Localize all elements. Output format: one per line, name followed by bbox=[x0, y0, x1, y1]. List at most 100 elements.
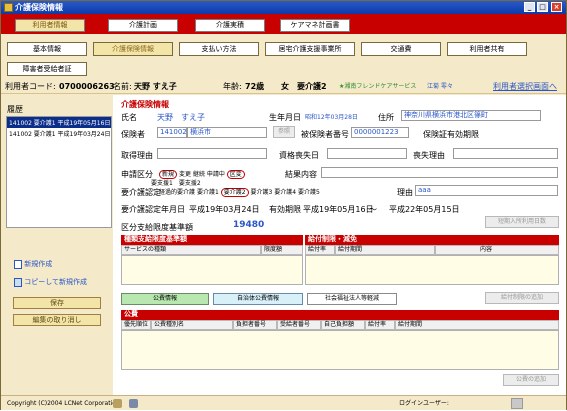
app-option-continue[interactable]: 継続 bbox=[193, 171, 205, 178]
sub-tab-bar: 基本情報 介護保険情報 支払い方法 居宅介護支援事業所 交通費 利用者共有 障害… bbox=[1, 34, 566, 80]
cert-option-1[interactable]: 要介護1 bbox=[197, 189, 219, 196]
public-table-body[interactable] bbox=[121, 330, 559, 370]
staff-name: 江菊 零々 bbox=[427, 83, 453, 90]
name-field-label: 氏名 bbox=[121, 113, 137, 122]
provider-name: ★湘南フレンドケアサービス bbox=[339, 83, 417, 90]
restrict-col-rate: 給付率 bbox=[305, 245, 335, 255]
address-field[interactable]: 神奈川県横浜市港北区篠町 bbox=[401, 110, 541, 121]
reason-field[interactable]: aaa bbox=[415, 185, 558, 196]
restrict-table-body[interactable] bbox=[305, 255, 559, 285]
public-col-rate: 給付率 bbox=[365, 320, 395, 330]
tab-care-plan[interactable]: 介護計画 bbox=[108, 19, 178, 32]
printer-icon bbox=[511, 398, 523, 409]
cert-option-4[interactable]: 要介護4 bbox=[274, 189, 296, 196]
subtab-basic[interactable]: 基本情報 bbox=[7, 42, 87, 56]
local-public-tab[interactable]: 自治体公費情報 bbox=[213, 293, 303, 305]
short-stay-days-button[interactable]: 短期入所利用日数 bbox=[485, 216, 559, 228]
cancel-edit-button[interactable]: 編集の取り消し bbox=[13, 314, 101, 326]
result-field[interactable] bbox=[321, 167, 558, 178]
status-bar: Copyright (C)2004 LCNet Corporation ログイン… bbox=[1, 395, 566, 410]
acquire-date-field[interactable] bbox=[327, 148, 407, 159]
subtab-disability-cert[interactable]: 障害者受給者証 bbox=[7, 62, 87, 76]
limit-col-service: サービスの種類 bbox=[121, 245, 261, 255]
limit-col-amount: 限度額 bbox=[261, 245, 303, 255]
insurer-label: 保険者 bbox=[121, 130, 145, 139]
cert-option-2[interactable]: 要介護2 bbox=[220, 188, 249, 197]
address-label: 住所 bbox=[378, 113, 394, 122]
new-create-link[interactable]: 新規作成 bbox=[14, 259, 52, 269]
cert-options[interactable]: 経過的要介護 要介護1 要介護2 要介護3 要介護4 要介護5 bbox=[159, 187, 320, 197]
history-item[interactable]: 141002 要介護1 平成19年05月16日 bbox=[7, 117, 111, 128]
history-list[interactable]: 141002 要介護1 平成19年05月16日 141002 要介護1 平成19… bbox=[6, 116, 112, 228]
insured-no-label: 被保険者番号 bbox=[301, 130, 349, 139]
history-item[interactable]: 141002 要介護1 平成19年03月24日 bbox=[7, 128, 111, 139]
welfare-reduction-tab[interactable]: 社会福祉法人等軽減 bbox=[307, 293, 397, 305]
reason-label: 理由 bbox=[397, 188, 413, 197]
cert-label: 要介護認定 bbox=[121, 188, 161, 197]
title-bar: 介護保険情報 _ □ × bbox=[1, 1, 566, 14]
user-age: 72歳 bbox=[245, 82, 265, 91]
birthday-value: 昭和12年03月28日 bbox=[305, 114, 358, 121]
cert-option-transitional[interactable]: 経過的要介護 bbox=[159, 189, 195, 196]
insurer-lookup-button[interactable]: 参照 bbox=[273, 126, 295, 138]
cert-date-value: 平成19年03月24日 bbox=[189, 205, 260, 214]
limit-table-title: 種類支給限度基準額 bbox=[121, 235, 303, 245]
user-sex: 女 bbox=[281, 82, 289, 91]
subtab-transport[interactable]: 交通費 bbox=[361, 42, 441, 56]
public-table-title: 公費 bbox=[121, 310, 559, 320]
support-levels[interactable]: 要支援1 要支援2 bbox=[151, 178, 201, 187]
app-window: 介護保険情報 _ □ × 利用者情報 介護計画 介護実積 ケアマネ計画書 基本情… bbox=[0, 0, 567, 410]
new-document-icon bbox=[14, 259, 22, 269]
limit-value: 19480 bbox=[233, 220, 265, 230]
public-col-recipient: 受給者番号 bbox=[277, 320, 321, 330]
copyright: Copyright (C)2004 LCNet Corporation bbox=[7, 400, 120, 407]
subtab-payment[interactable]: 支払い方法 bbox=[179, 42, 259, 56]
save-button[interactable]: 保存 bbox=[13, 297, 101, 309]
app-option-change[interactable]: 変更 bbox=[179, 171, 191, 178]
user-code: 0700006263 bbox=[59, 82, 115, 91]
public-col-type: 公費種別名 bbox=[151, 320, 233, 330]
insurer-city-field[interactable]: 横浜市 bbox=[187, 127, 267, 138]
clip-icon bbox=[113, 399, 122, 408]
public-col-copay: 自己負担額 bbox=[321, 320, 365, 330]
app-div-options[interactable]: 新規 変更 継続 申請中 区変 bbox=[159, 169, 245, 179]
maximize-button[interactable]: □ bbox=[537, 2, 548, 12]
acquire-reason-label: 取得理由 bbox=[121, 151, 153, 160]
cert-option-3[interactable]: 要介護3 bbox=[250, 189, 272, 196]
limit-table-body[interactable] bbox=[121, 255, 303, 285]
app-option-pending[interactable]: 申請中 bbox=[207, 171, 225, 178]
history-label: 履歴 bbox=[7, 105, 23, 114]
user-code-label: 利用者コード: bbox=[5, 82, 56, 91]
app-icon bbox=[4, 3, 13, 12]
restrict-table-title: 給付制限・減免 bbox=[305, 235, 559, 245]
cert-date-label: 要介護認定年月日 bbox=[121, 205, 185, 214]
user-info-bar: 利用者コード: 0700006263 名前: 天野 すえ子 年齢: 72歳 女 … bbox=[1, 80, 566, 94]
login-user-label: ログインユーザー: bbox=[399, 400, 449, 407]
insurer-code-field[interactable]: 141002 bbox=[157, 127, 187, 138]
insured-no-field[interactable]: 0000001223 bbox=[351, 127, 409, 138]
copy-create-link[interactable]: コピーして新規作成 bbox=[14, 277, 87, 287]
add-public-button[interactable]: 公費の追加 bbox=[503, 374, 559, 386]
result-label: 結果内容 bbox=[285, 170, 317, 179]
restrict-col-content: 内容 bbox=[435, 245, 559, 255]
add-restriction-button[interactable]: 給付制限の追加 bbox=[485, 292, 559, 304]
user-care-level: 要介護2 bbox=[297, 82, 327, 91]
lose-reason-field[interactable] bbox=[453, 148, 558, 159]
birthday-label: 生年月日 bbox=[269, 113, 301, 122]
minimize-button[interactable]: _ bbox=[524, 2, 535, 12]
subtab-shared[interactable]: 利用者共有 bbox=[447, 42, 527, 56]
app-option-district[interactable]: 区変 bbox=[226, 170, 245, 179]
tab-caremanager-plan[interactable]: ケアマネ計画書 bbox=[280, 19, 350, 32]
public-col-period: 給付期間 bbox=[395, 320, 559, 330]
valid-separator: ～ bbox=[369, 205, 377, 214]
cert-option-5[interactable]: 要介護5 bbox=[298, 189, 320, 196]
acquire-date-label: 資格喪失日 bbox=[279, 151, 319, 160]
subtab-insurance[interactable]: 介護保険情報 bbox=[93, 42, 173, 56]
close-button[interactable]: × bbox=[551, 2, 562, 12]
tab-care-record[interactable]: 介護実積 bbox=[195, 19, 265, 32]
tab-user-info[interactable]: 利用者情報 bbox=[15, 19, 85, 32]
public-info-tab[interactable]: 公費情報 bbox=[121, 293, 209, 305]
acquire-reason-field[interactable] bbox=[157, 148, 267, 159]
select-user-link[interactable]: 利用者選択画面へ bbox=[493, 80, 557, 94]
subtab-provider[interactable]: 居宅介護支援事業所 bbox=[265, 42, 355, 56]
